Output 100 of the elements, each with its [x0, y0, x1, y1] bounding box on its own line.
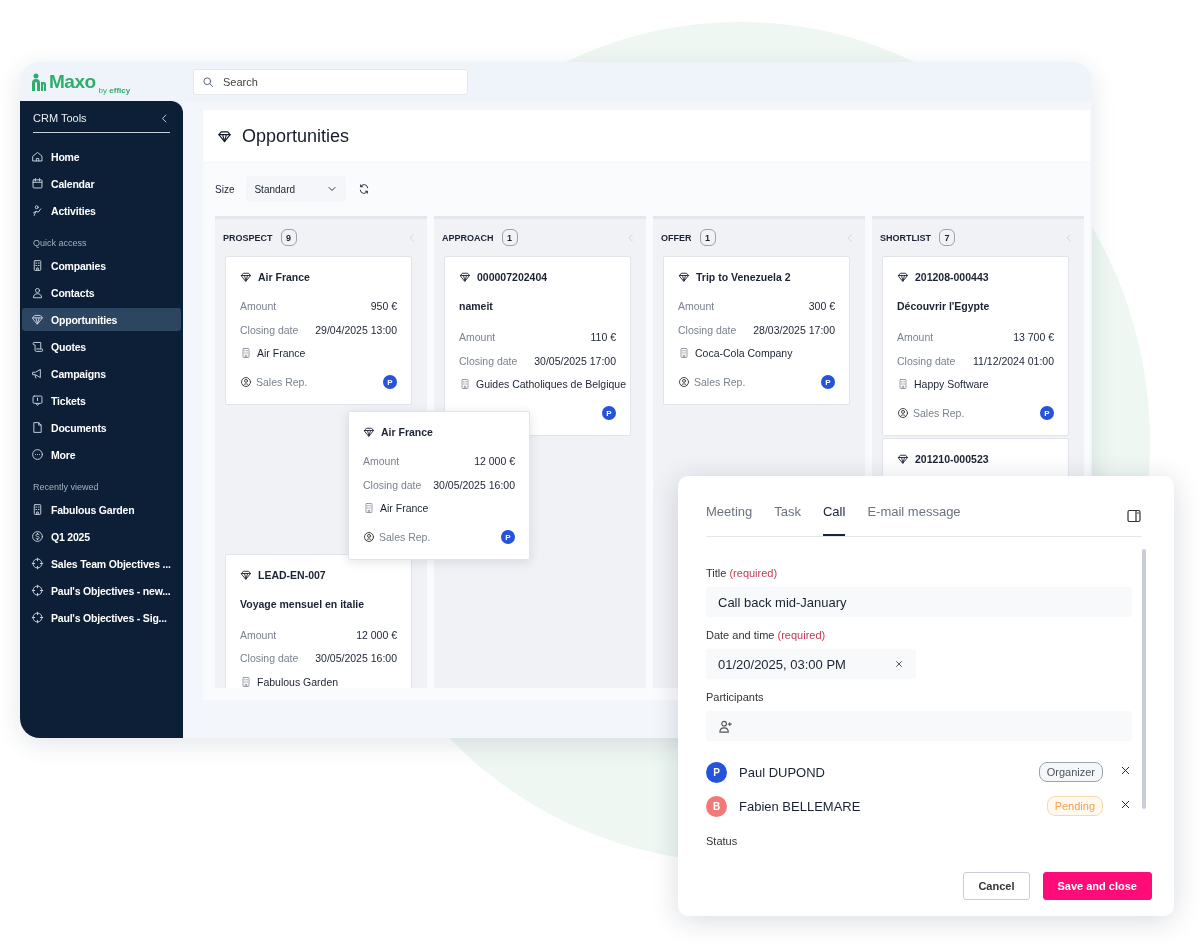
sidebar-item[interactable]: Paul's Objectives - new... [22, 579, 181, 602]
search-field[interactable]: Search [193, 68, 468, 95]
sidebar-item[interactable]: Tickets [22, 389, 181, 412]
opportunity-card[interactable]: 201208-000443 Découvrir l'Egypte Amount 13 700 € Closing date 11/12/2024 01:00 Happy Software Sales Rep. P [882, 256, 1069, 436]
page-title: Opportunities [242, 125, 350, 147]
chevron-left-icon [1064, 232, 1074, 243]
tab[interactable]: E-mail message [867, 500, 961, 536]
field-value: 12 000 € [474, 455, 515, 468]
section-heading: Recently viewed [32, 481, 100, 494]
sidebar-item[interactable]: More [22, 443, 181, 466]
field-label: Amount [459, 331, 496, 344]
sidebar-item[interactable]: Q1 2025 [22, 525, 181, 548]
owner-label: Sales Rep. [379, 531, 431, 543]
close-icon [894, 659, 904, 669]
tab[interactable]: Meeting [706, 500, 753, 536]
opportunity-card[interactable]: LEAD-EN-007 Voyage mensuel en italie Amount 12 000 € Closing date 30/05/2025 16:00 Fabulous Garden [225, 553, 412, 688]
scroll-icon [31, 340, 44, 353]
card-title: Air France [381, 426, 433, 438]
opportunity-card[interactable]: Air France Amount 950 € Closing date 29/04/2025 13:00 Air France Sales Rep. P [225, 256, 412, 405]
field-value: 29/04/2025 13:00 [315, 323, 397, 336]
card-subtitle: nameit [459, 299, 494, 314]
sidebar-item[interactable]: Paul's Objectives - Sig... [22, 606, 181, 629]
sidebar-item[interactable]: Quotes [22, 335, 181, 358]
person-icon [31, 286, 44, 299]
date-field[interactable]: 01/20/2025, 03:00 PM [706, 649, 916, 679]
company-name: Fabulous Garden [257, 675, 339, 688]
card-subtitle: Découvrir l'Egypte [897, 299, 991, 314]
count-badge: 9 [280, 229, 297, 246]
field-value: 30/05/2025 16:00 [315, 652, 397, 665]
megaphone-icon [31, 367, 44, 380]
more-icon [31, 448, 44, 461]
count-badge: 1 [501, 229, 518, 246]
company-name: Coca-Cola Company [695, 347, 793, 359]
chat-icon [31, 394, 44, 407]
sidebar-item[interactable]: Fabulous Garden [22, 498, 181, 521]
size-label: Size [215, 183, 235, 195]
document-icon [31, 421, 44, 434]
sidebar-item[interactable]: Contacts [22, 281, 181, 304]
avatar: P [706, 761, 727, 783]
size-select[interactable]: Standard [246, 176, 347, 202]
sidebar-item[interactable]: Documents [22, 416, 181, 439]
company-name: Air France [257, 347, 306, 359]
building-icon [363, 502, 375, 514]
person-circle-icon [678, 376, 690, 388]
logo-icon [32, 72, 46, 91]
field-label: Closing date [459, 354, 518, 367]
activity-icon [31, 204, 44, 217]
sidebar-item[interactable]: Campaigns [22, 362, 181, 385]
diamond-icon [363, 426, 375, 438]
diamond-icon [897, 271, 909, 283]
tab[interactable]: Call [823, 500, 846, 536]
opportunity-card[interactable]: Trip to Venezuela 2 Amount 300 € Closing date 28/03/2025 17:00 Coca-Cola Company Sales Rep. P [663, 256, 850, 405]
avatar: P [1040, 406, 1054, 420]
chevron-left-icon [845, 232, 855, 243]
sidebar-item[interactable]: Opportunities [22, 308, 181, 331]
sidebar-item[interactable]: Home [22, 145, 181, 168]
diamond-icon [240, 271, 252, 283]
count-badge: 7 [939, 229, 955, 246]
field-label: Closing date [240, 323, 299, 336]
field-value: 300 € [808, 300, 835, 313]
participant-name: Fabien BELLEMARE [739, 798, 862, 814]
field-label: Date and time (required) [706, 629, 827, 643]
field-value: 11/12/2024 01:00 [973, 354, 1054, 367]
refresh-icon [358, 183, 371, 195]
participant-field[interactable] [706, 711, 1132, 741]
close-icon [1119, 764, 1132, 777]
cancel-button[interactable]: Cancel [963, 872, 1030, 900]
section-heading: Quick access [32, 237, 88, 250]
column-title: APPROACH [442, 232, 494, 243]
title-field[interactable]: Call back mid-January [706, 587, 1132, 617]
add-person-icon [718, 718, 733, 734]
sidebar-item[interactable]: Companies [22, 254, 181, 277]
company-name: Happy Software [914, 378, 989, 390]
building-icon [240, 347, 252, 359]
close-icon [1119, 798, 1132, 811]
person-circle-icon [363, 531, 375, 543]
company-name: Guides Catholiques de Belgique [476, 378, 627, 390]
sidebar-item[interactable]: Sales Team Objectives ... [22, 552, 181, 575]
card-title: Air France [258, 271, 310, 283]
field-label: Amount [240, 300, 277, 313]
dollar-icon [31, 530, 44, 543]
save-button[interactable]: Save and close [1042, 872, 1152, 900]
target-icon [31, 557, 44, 570]
field-label: Amount [363, 455, 400, 468]
opportunity-card[interactable]: 000007202404 nameit Amount 110 € Closing date 30/05/2025 17:00 Guides Catholiques de Belgique P [444, 256, 631, 436]
diamond-icon [678, 271, 690, 283]
person-circle-icon [897, 407, 909, 419]
field-label: Closing date [240, 652, 299, 665]
participant-name: Paul DUPOND [739, 764, 826, 780]
field-label: Closing date [897, 354, 956, 367]
building-icon [31, 503, 44, 516]
column-title: SHORTLIST [880, 232, 931, 243]
card-title: 000007202404 [477, 271, 548, 283]
logo-text: Maxo [49, 70, 96, 93]
card-title: Trip to Venezuela 2 [696, 271, 791, 283]
sidebar-item[interactable]: Calendar [22, 172, 181, 195]
opportunity-card[interactable]: Air France Amount 12 000 € Closing date 30/05/2025 16:00 Air France Sales Rep. P [348, 411, 530, 560]
tab[interactable]: Task [774, 500, 801, 536]
sidebar-item[interactable]: Activities [22, 199, 181, 222]
calendar-icon [31, 177, 44, 190]
